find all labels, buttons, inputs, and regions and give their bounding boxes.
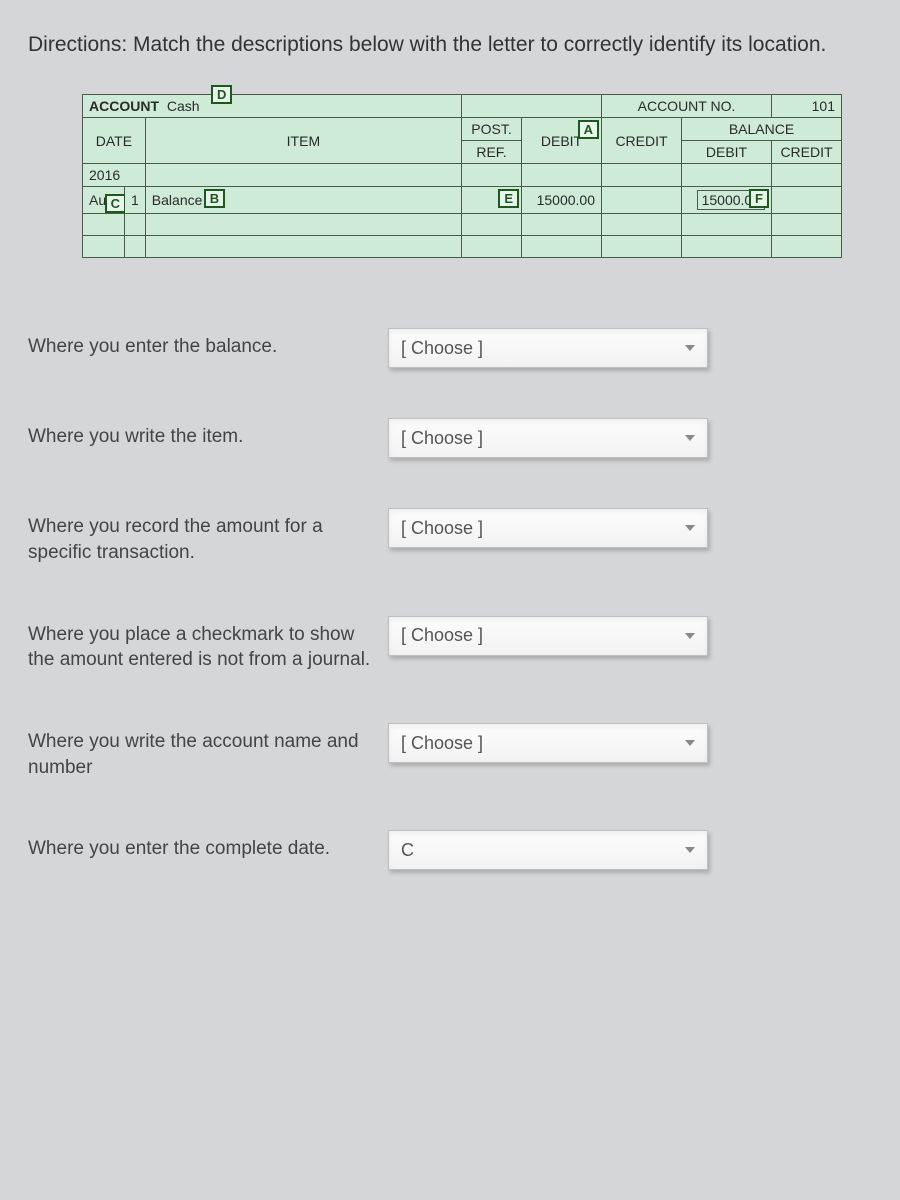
answer-dropdown[interactable]: [ Choose ] <box>388 328 708 368</box>
col-bal-debit: DEBIT <box>682 141 772 164</box>
tag-a: A <box>578 120 599 139</box>
question-text: Where you write the item. <box>28 418 376 450</box>
tag-b: B <box>204 189 225 208</box>
question-row: Where you record the amount for a specif… <box>28 508 872 565</box>
chevron-down-icon <box>685 525 695 531</box>
answer-dropdown[interactable]: [ Choose ] <box>388 723 708 763</box>
col-postref-top: POST. <box>462 118 522 141</box>
tag-e: E <box>498 189 519 208</box>
cell-item: Balance <box>152 192 203 208</box>
question-text: Where you enter the complete date. <box>28 830 376 862</box>
question-text: Where you write the account name and num… <box>28 723 376 780</box>
dropdown-value: [ Choose ] <box>401 733 483 754</box>
dropdown-value: [ Choose ] <box>401 428 483 449</box>
account-label: ACCOUNT <box>89 98 159 114</box>
cell-day: 1 <box>125 187 146 214</box>
question-row: Where you write the account name and num… <box>28 723 872 780</box>
col-bal-credit: CREDIT <box>772 141 842 164</box>
dropdown-value: [ Choose ] <box>401 518 483 539</box>
answer-dropdown[interactable]: [ Choose ] <box>388 418 708 458</box>
dropdown-value: C <box>401 840 414 861</box>
chevron-down-icon <box>685 847 695 853</box>
chevron-down-icon <box>685 633 695 639</box>
cell-debit: 15000.00 <box>522 187 602 214</box>
col-date: DATE <box>83 118 146 164</box>
cell-bal-credit <box>772 187 842 214</box>
chevron-down-icon <box>685 740 695 746</box>
questions-list: Where you enter the balance. [ Choose ] … <box>28 328 872 870</box>
col-item: ITEM <box>145 118 461 164</box>
account-no-value: 101 <box>772 95 842 118</box>
col-balance: BALANCE <box>682 118 842 141</box>
question-row: Where you write the item. [ Choose ] <box>28 418 872 458</box>
chevron-down-icon <box>685 345 695 351</box>
answer-dropdown[interactable]: C <box>388 830 708 870</box>
tag-d: D <box>211 85 232 104</box>
directions-text: Directions: Match the descriptions below… <box>28 30 872 60</box>
account-name: Cash <box>167 98 200 114</box>
question-row: Where you place a checkmark to show the … <box>28 616 872 673</box>
account-no-label: ACCOUNT NO. <box>602 95 772 118</box>
col-debit: DEBIT <box>541 133 582 149</box>
dropdown-value: [ Choose ] <box>401 625 483 646</box>
cell-credit <box>602 187 682 214</box>
answer-dropdown[interactable]: [ Choose ] <box>388 508 708 548</box>
tag-c: C <box>105 194 126 213</box>
col-postref-bot: REF. <box>462 141 522 164</box>
question-row: Where you enter the complete date. C <box>28 830 872 870</box>
tag-f: F <box>749 189 769 208</box>
question-text: Where you enter the balance. <box>28 328 376 360</box>
cell-year: 2016 <box>83 164 146 187</box>
question-text: Where you place a checkmark to show the … <box>28 616 376 673</box>
chevron-down-icon <box>685 435 695 441</box>
ledger-image: ACCOUNT Cash D ACCOUNT NO. 101 DATE ITEM… <box>82 94 842 258</box>
col-credit: CREDIT <box>602 118 682 164</box>
question-text: Where you record the amount for a specif… <box>28 508 376 565</box>
dropdown-value: [ Choose ] <box>401 338 483 359</box>
question-row: Where you enter the balance. [ Choose ] <box>28 328 872 368</box>
answer-dropdown[interactable]: [ Choose ] <box>388 616 708 656</box>
